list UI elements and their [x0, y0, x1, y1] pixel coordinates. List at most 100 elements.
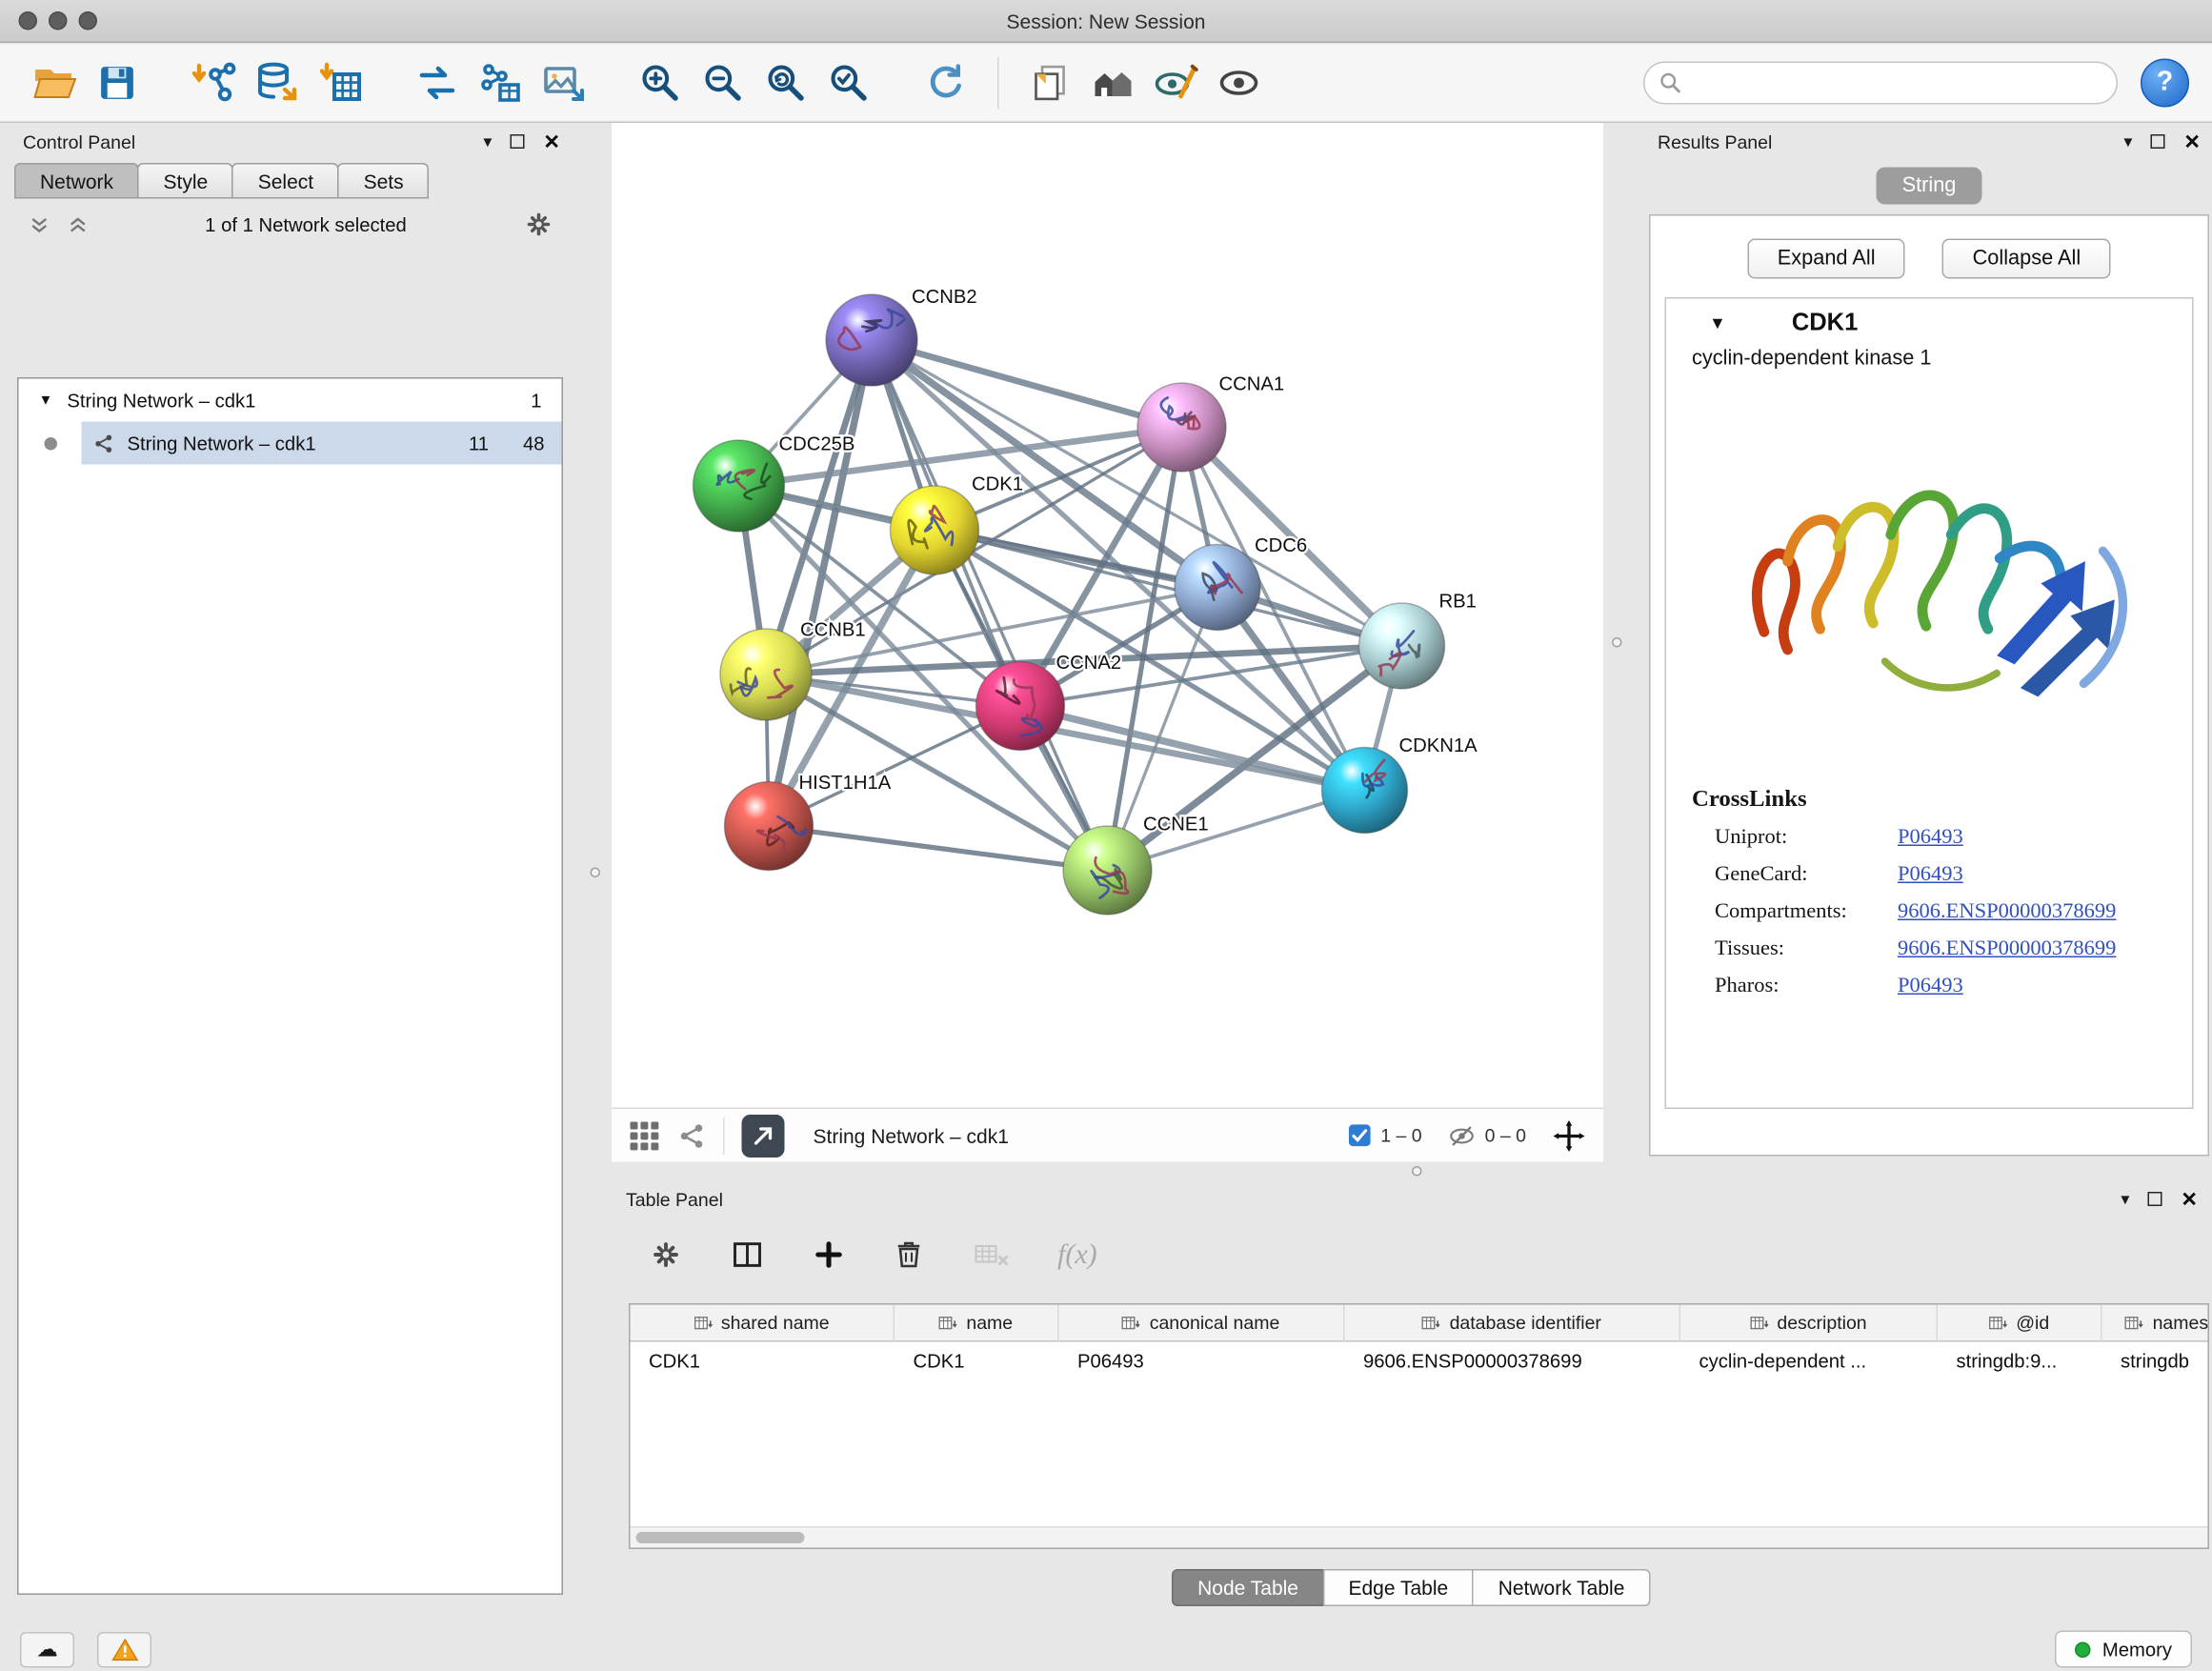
crosslink-value-link[interactable]: P06493: [1898, 826, 1963, 851]
collapse-all-button[interactable]: Collapse All: [1942, 239, 2111, 279]
grid-view-icon[interactable]: [629, 1119, 660, 1151]
expand-all-icon[interactable]: [68, 213, 90, 235]
column-header--id[interactable]: @id: [1938, 1305, 2102, 1342]
tab-string[interactable]: String: [1877, 168, 1982, 205]
close-icon[interactable]: ✕: [543, 130, 560, 154]
collapse-all-icon[interactable]: [29, 213, 50, 235]
tab-style[interactable]: Style: [138, 163, 234, 199]
crosslink-value-link[interactable]: P06493: [1898, 863, 1963, 888]
table-cell[interactable]: stringdb:9...: [1938, 1342, 2102, 1379]
network-edge[interactable]: [872, 340, 1108, 871]
import-network-from-database-button[interactable]: [246, 51, 309, 114]
table-cell[interactable]: 9606.ENSP00000378699: [1345, 1342, 1681, 1379]
column-header-shared-name[interactable]: shared name: [631, 1305, 895, 1342]
chevron-down-icon[interactable]: ▾: [2121, 1189, 2129, 1209]
tab-sets[interactable]: Sets: [338, 163, 430, 199]
refresh-view-button[interactable]: [915, 51, 977, 114]
column-header-canonical-name[interactable]: canonical name: [1059, 1305, 1345, 1342]
network-node-CCNB2[interactable]: CCNB2: [826, 287, 977, 386]
column-header-database-identifier[interactable]: database identifier: [1345, 1305, 1681, 1342]
network-overview-icon[interactable]: [677, 1121, 706, 1150]
export-image-button[interactable]: [532, 51, 594, 114]
table-cell[interactable]: CDK1: [895, 1342, 1059, 1379]
show-columns-icon[interactable]: [729, 1237, 766, 1274]
gear-icon[interactable]: [649, 1238, 683, 1272]
clone-network-button[interactable]: [1019, 51, 1082, 114]
float-panel-icon[interactable]: [511, 134, 525, 149]
zoom-in-button[interactable]: [629, 51, 692, 114]
import-table-from-file-button[interactable]: [309, 51, 372, 114]
chevron-down-icon[interactable]: ▾: [2123, 131, 2132, 151]
hide-selected-button[interactable]: [1145, 51, 1208, 114]
show-all-button[interactable]: [1208, 51, 1271, 114]
delete-column-icon[interactable]: [892, 1238, 926, 1272]
table-cell[interactable]: P06493: [1059, 1342, 1345, 1379]
table-cell[interactable]: CDK1: [631, 1342, 895, 1379]
network-edge-count: 48: [502, 433, 545, 454]
chevron-down-icon[interactable]: ▾: [483, 131, 492, 151]
float-panel-icon[interactable]: [2148, 1192, 2162, 1206]
crosshair-icon[interactable]: [1552, 1118, 1586, 1153]
import-network-from-file-button[interactable]: [183, 51, 246, 114]
zoom-window-button[interactable]: [79, 11, 98, 30]
network-edge[interactable]: [769, 340, 872, 826]
crosslink-value-link[interactable]: 9606.ENSP00000378699: [1898, 900, 2116, 925]
tab-node-table[interactable]: Node Table: [1172, 1569, 1324, 1606]
column-header-name[interactable]: name: [895, 1305, 1059, 1342]
apply-preferred-layout-button[interactable]: [406, 51, 469, 114]
gear-icon[interactable]: [523, 209, 554, 240]
warnings-button[interactable]: [97, 1631, 151, 1667]
table-cell[interactable]: cyclin-dependent ...: [1680, 1342, 1938, 1379]
string-network-graph[interactable]: CCNB2CCNA1CDC25BCDK1CDC6RB1CCNB1CCNA2CDK…: [612, 123, 1603, 1108]
starter-panel-button[interactable]: [1082, 51, 1145, 114]
vertical-splitter-handle[interactable]: [1612, 637, 1622, 648]
network-list: ▼ String Network – cdk1 1 String Network…: [17, 377, 563, 1595]
close-icon[interactable]: ✕: [2181, 1187, 2198, 1212]
tab-select[interactable]: Select: [232, 163, 339, 199]
hidden-eye-slash-icon[interactable]: [1448, 1121, 1477, 1150]
save-icon: [96, 62, 139, 105]
close-icon[interactable]: ✕: [2183, 130, 2201, 154]
network-node-CCNA1[interactable]: CCNA1: [1137, 374, 1284, 472]
network-edge[interactable]: [769, 826, 1108, 871]
add-column-icon[interactable]: [812, 1238, 846, 1272]
open-session-button[interactable]: [23, 51, 86, 114]
column-header-description[interactable]: description: [1680, 1305, 1938, 1342]
float-panel-icon[interactable]: [2151, 134, 2165, 149]
network-and-table-button[interactable]: [469, 51, 532, 114]
tab-network[interactable]: Network: [14, 163, 139, 199]
close-window-button[interactable]: [19, 11, 38, 30]
network-node-CCNA2[interactable]: CCNA2: [976, 653, 1122, 751]
table-row[interactable]: CDK1CDK1P064939606.ENSP00000378699cyclin…: [631, 1342, 2208, 1379]
save-session-button[interactable]: [86, 51, 149, 114]
collapse-section-icon[interactable]: ▼: [1709, 313, 1726, 333]
expand-all-button[interactable]: Expand All: [1747, 239, 1905, 279]
network-node-RB1[interactable]: RB1: [1359, 592, 1477, 690]
zoom-selected-button[interactable]: [817, 51, 880, 114]
network-node-HIST1H1A[interactable]: HIST1H1A: [725, 773, 892, 871]
network-view-canvas[interactable]: CCNB2CCNA1CDC25BCDK1CDC6RB1CCNB1CCNA2CDK…: [612, 123, 1603, 1108]
search-input[interactable]: [1682, 70, 2102, 95]
zoom-out-button[interactable]: [692, 51, 754, 114]
horizontal-scrollbar[interactable]: [631, 1526, 2208, 1548]
tree-expanded-icon[interactable]: ▼: [39, 393, 53, 409]
table-cell[interactable]: stringdb: [2102, 1342, 2210, 1379]
help-button[interactable]: ?: [2141, 59, 2189, 108]
memory-button[interactable]: Memory: [2055, 1631, 2192, 1668]
network-row[interactable]: String Network – cdk1 11 48: [19, 422, 562, 465]
tab-network-table[interactable]: Network Table: [1473, 1569, 1651, 1606]
network-node-CDK1[interactable]: CDK1: [891, 474, 1024, 574]
horizontal-splitter-handle[interactable]: [1412, 1166, 1422, 1177]
tab-edge-table[interactable]: Edge Table: [1322, 1569, 1474, 1606]
zoom-fit-button[interactable]: [754, 51, 817, 114]
crosslink-value-link[interactable]: P06493: [1898, 975, 1963, 999]
cloud-status-button[interactable]: ☁: [20, 1631, 74, 1667]
minimize-window-button[interactable]: [49, 11, 68, 30]
selected-checkbox-icon[interactable]: [1348, 1123, 1373, 1148]
scrollbar-thumb[interactable]: [636, 1532, 805, 1543]
crosslink-value-link[interactable]: 9606.ENSP00000378699: [1898, 937, 2116, 962]
open-in-browser-button[interactable]: [742, 1114, 785, 1157]
column-header-namespace[interactable]: namespace: [2102, 1305, 2210, 1342]
vertical-splitter-handle[interactable]: [591, 868, 601, 878]
network-collection-row[interactable]: ▼ String Network – cdk1 1: [19, 379, 562, 422]
